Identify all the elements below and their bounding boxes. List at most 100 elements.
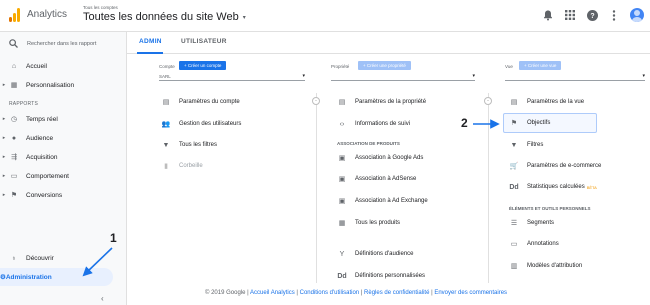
svg-text:?: ?: [590, 13, 594, 20]
all-products-link[interactable]: ▦ Tous les produits: [337, 215, 400, 231]
tab-user[interactable]: UTILISATEUR: [181, 38, 227, 45]
tab-admin[interactable]: ADMIN: [139, 38, 162, 45]
chevron-right-icon: ▸: [2, 135, 6, 141]
dropdown-arrow-icon: ▾: [302, 73, 305, 79]
sidebar-item-behavior[interactable]: ▸ ▭ Comportement: [0, 167, 127, 185]
user-avatar[interactable]: [630, 8, 644, 22]
google-ads-linking-link[interactable]: ▣ Association à Google Ads: [337, 150, 424, 166]
ecommerce-settings-link[interactable]: 🛒 Paramètres de e-commerce: [509, 158, 602, 174]
account-column-label: Compte: [159, 64, 175, 69]
column-divider: [488, 93, 489, 283]
chevron-right-icon: ▸: [2, 154, 6, 160]
filters-link[interactable]: ▼ Filtres: [509, 137, 544, 153]
product-linking-heading: ASSOCIATION DE PRODUITS: [337, 141, 400, 146]
chevron-right-icon: ▸: [2, 82, 6, 88]
filter-funnel-icon: ▼: [510, 141, 518, 149]
tracking-info-link[interactable]: ‹› Informations de suivi: [337, 116, 410, 132]
footer-link-terms[interactable]: Conditions d'utilisation: [300, 290, 360, 296]
breadcrumb[interactable]: Tous les comptes: [83, 5, 118, 10]
chevron-right-icon: ▸: [2, 116, 6, 122]
active-tab-indicator: [137, 52, 163, 54]
ad-exchange-window-icon: ▣: [338, 198, 346, 205]
flag-icon: ⚑: [510, 120, 518, 127]
filter-funnel-icon: ▼: [162, 141, 170, 149]
account-select[interactable]: SARL ▾: [159, 72, 305, 81]
view-settings-link[interactable]: ▤ Paramètres de la vue: [509, 94, 584, 110]
annotation-icon: ▭: [510, 241, 518, 248]
reports-section-label: RAPPORTS: [9, 101, 39, 107]
goals-link[interactable]: ⚑ Objectifs: [509, 115, 550, 131]
annotation-number-2: 2: [461, 116, 468, 130]
chevron-right-icon: ▸: [2, 192, 6, 198]
view-select[interactable]: ▾: [505, 72, 645, 81]
adsense-linking-link[interactable]: ▣ Association à AdSense: [337, 171, 417, 187]
sidebar-item-acquisition[interactable]: ▸ ⇶ Acquisition: [0, 148, 127, 166]
dashboard-grid-icon: ▦: [10, 82, 18, 89]
view-column-label: Vue: [505, 64, 513, 69]
collapse-sidebar-icon[interactable]: ‹: [101, 294, 104, 303]
footer-link-home[interactable]: Accueil Analytics: [250, 290, 295, 296]
clock-icon: ◷: [10, 116, 18, 123]
sidebar-item-conversions[interactable]: ▸ ⚑ Conversions: [0, 186, 127, 204]
attribution-models-link[interactable]: ▥ Modèles d'attribution: [509, 258, 583, 274]
column-divider: [316, 93, 317, 283]
calculated-metrics-link[interactable]: Dd Statistiques calculées BÊTA: [509, 179, 597, 195]
page-footer: © 2019 Google | Accueil Analytics | Cond…: [205, 290, 508, 296]
sidebar-search[interactable]: Rechercher dans les rapport: [9, 39, 96, 48]
audience-fork-icon: Y: [339, 250, 345, 258]
adsense-window-icon: ▣: [338, 176, 346, 183]
annotations-link[interactable]: ▭ Annotations: [509, 236, 559, 252]
sidebar-item-admin[interactable]: ⚙ Administration: [0, 268, 113, 286]
footer-link-privacy[interactable]: Règles de confidentialité: [364, 290, 429, 296]
settings-page-icon: ▤: [162, 99, 170, 106]
audience-definitions-link[interactable]: Y Définitions d'audience: [337, 246, 414, 262]
left-sidebar: Rechercher dans les rapport ⌂ Accueil ▸ …: [0, 32, 127, 305]
settings-page-icon: ▤: [338, 99, 346, 106]
help-icon[interactable]: ?: [586, 9, 598, 21]
person-icon: ●: [11, 134, 17, 142]
dropdown-arrow-icon: ▾: [642, 73, 645, 79]
chevron-right-icon: ▸: [2, 173, 6, 179]
footer-link-feedback[interactable]: Envoyer des commentaires: [434, 290, 507, 296]
ad-exchange-linking-link[interactable]: ▣ Association à Ad Exchange: [337, 193, 428, 209]
apps-grid-icon[interactable]: [564, 9, 576, 21]
sidebar-item-audience[interactable]: ▸ ● Audience: [0, 129, 127, 147]
behavior-window-icon: ▭: [10, 173, 18, 180]
user-management-link[interactable]: 👥 Gestion des utilisateurs: [161, 116, 242, 132]
account-settings-link[interactable]: ▤ Paramètres du compte: [161, 94, 240, 110]
notifications-bell-icon[interactable]: [542, 9, 554, 21]
sidebar-item-customization[interactable]: ▸ ▦ Personnalisation: [0, 76, 127, 94]
account-selector[interactable]: Toutes les données du site Web ▾: [83, 11, 246, 23]
personal-tools-heading: ÉLÉMENTS ET OUTILS PERSONNELS: [509, 206, 591, 211]
search-icon: [9, 39, 18, 48]
custom-dd-icon: Dd: [337, 272, 347, 280]
search-placeholder: Rechercher dans les rapport: [27, 40, 97, 47]
property-settings-link[interactable]: ▤ Paramètres de la propriété: [337, 94, 426, 110]
create-account-button[interactable]: + Créer un compte: [179, 61, 227, 70]
calculated-dd-icon: Dd: [509, 183, 519, 191]
home-icon: ⌂: [11, 62, 17, 70]
sidebar-item-home[interactable]: ⌂ Accueil: [0, 57, 127, 75]
trash-icon: ▮: [164, 163, 168, 170]
sidebar-item-discover[interactable]: ♁ Découvrir: [0, 249, 127, 267]
products-grid-icon: ▦: [338, 220, 346, 227]
create-property-button[interactable]: + Créer une propriété: [358, 61, 411, 70]
property-select[interactable]: ▾: [331, 72, 475, 81]
bar-chart-icon: ▥: [510, 263, 518, 270]
column-connector-icon: -: [484, 97, 492, 105]
sidebar-item-realtime[interactable]: ▸ ◷ Temps réel: [0, 110, 127, 128]
create-view-button[interactable]: + Créer une vue: [519, 61, 562, 70]
custom-definitions-link[interactable]: Dd Définitions personnalisées: [337, 268, 425, 284]
analytics-logo[interactable]: [9, 8, 21, 22]
flag-icon: ⚑: [10, 192, 18, 199]
more-vert-icon[interactable]: [608, 9, 620, 21]
cart-icon: 🛒: [509, 163, 519, 170]
all-filters-link[interactable]: ▼ Tous les filtres: [161, 137, 217, 153]
people-icon: 👥: [161, 121, 171, 128]
property-column-label: Propriété: [331, 64, 350, 69]
segments-link[interactable]: ☰ Segments: [509, 215, 554, 231]
trash-link[interactable]: ▮ Corbeille: [161, 158, 203, 174]
code-brackets-icon: ‹›: [339, 120, 345, 128]
ads-window-icon: ▣: [338, 155, 346, 162]
segments-icon: ☰: [510, 220, 518, 227]
